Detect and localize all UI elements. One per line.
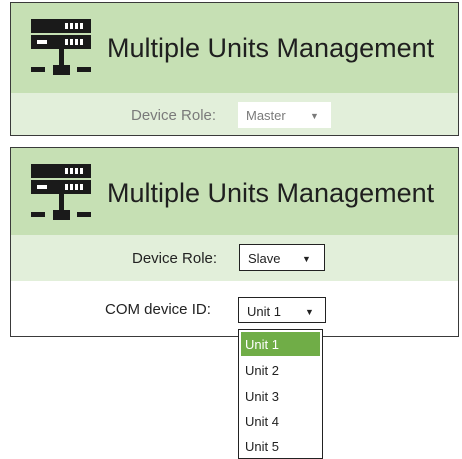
dropdown-option[interactable]: Unit 3 [241,384,320,408]
device-role-label: Device Role: [131,107,217,124]
panel-title: Multiple Units Management [107,178,435,208]
chevron-down-icon: ▼ [305,307,314,317]
panel-title: Multiple Units Management [107,33,435,63]
chevron-down-icon: ▼ [302,254,311,264]
device-role-row: Device Role: Master ▼ [11,93,458,135]
chevron-down-icon: ▼ [310,111,319,121]
com-device-id-dropdown: Unit 1 Unit 2 Unit 3 Unit 4 Unit 5 [238,329,323,459]
com-device-id-row: COM device ID: Unit 1 ▼ [11,281,458,336]
dropdown-option[interactable]: Unit 5 [241,434,320,458]
device-role-value: Master [246,108,286,123]
dropdown-option[interactable]: Unit 1 [241,332,320,356]
device-role-row: Device Role: Slave ▼ [11,235,458,281]
device-role-value: Slave [248,251,281,266]
panel-header: Multiple Units Management [11,3,458,93]
dropdown-option[interactable]: Unit 2 [241,358,320,382]
panel-header: Multiple Units Management [11,148,458,235]
com-device-id-select[interactable]: Unit 1 ▼ [238,297,326,323]
network-server-icon [31,164,91,220]
network-server-icon [31,19,91,75]
device-role-select[interactable]: Slave ▼ [239,244,325,271]
device-role-label: Device Role: [132,250,218,267]
com-device-id-value: Unit 1 [247,304,281,319]
multiple-units-panel-slave: Multiple Units Management Device Role: S… [10,147,459,337]
device-role-select[interactable]: Master ▼ [238,102,331,128]
dropdown-option[interactable]: Unit 4 [241,409,320,433]
com-device-id-label: COM device ID: [105,301,211,318]
multiple-units-panel-master: Multiple Units Management Device Role: M… [10,2,459,136]
